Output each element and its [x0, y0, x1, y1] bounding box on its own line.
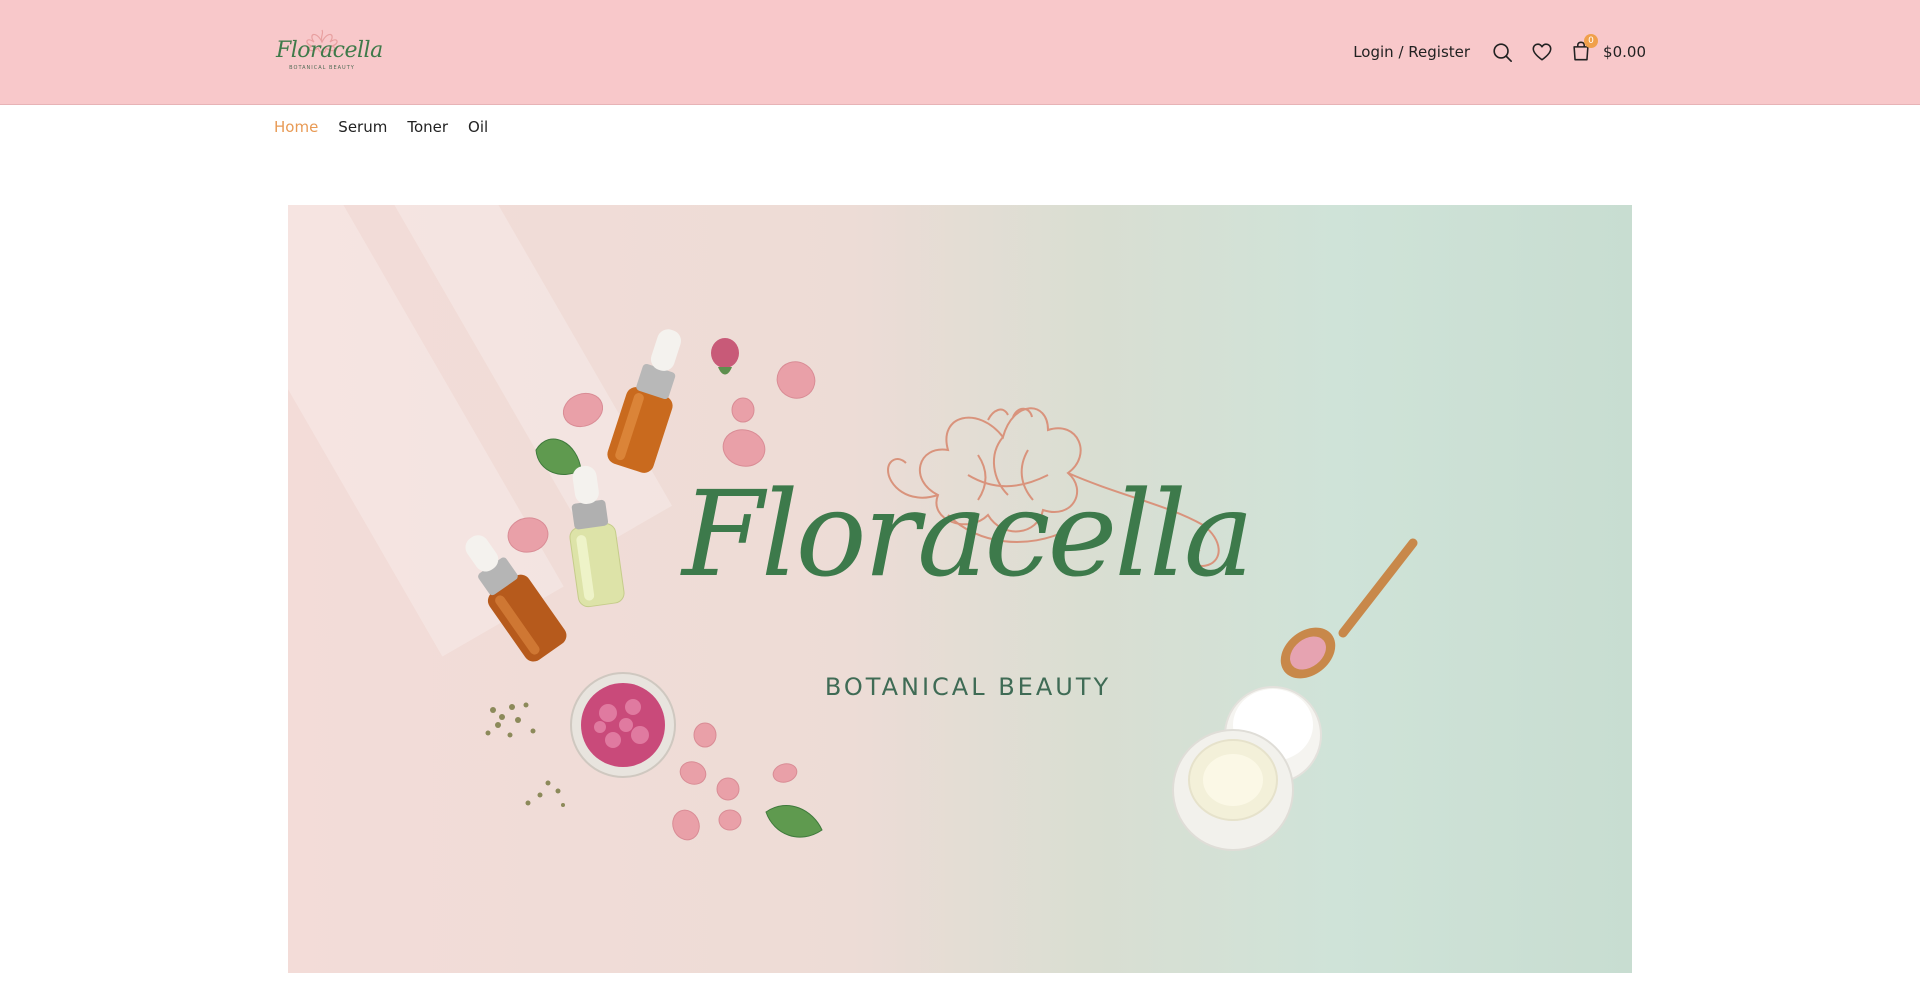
- nav-item-serum[interactable]: Serum: [338, 118, 387, 140]
- cart-button[interactable]: 0 $0.00: [1570, 34, 1646, 64]
- main-nav: Home Serum Toner Oil: [274, 118, 488, 140]
- header-actions: Login / Register 0 $0.00: [1353, 34, 1646, 68]
- hero-wordmark: Floracella: [682, 465, 1254, 603]
- logo-tagline: BOTANICAL BEAUTY: [289, 65, 355, 71]
- search-icon: [1493, 43, 1513, 62]
- nav-item-toner[interactable]: Toner: [407, 118, 448, 140]
- heart-icon: [1532, 43, 1552, 61]
- cart-total: $0.00: [1603, 43, 1646, 61]
- leaf-decor: [765, 805, 823, 838]
- cart-count-badge: 0: [1584, 34, 1599, 48]
- site-logo[interactable]: Floracella BOTANICAL BEAUTY: [276, 24, 383, 76]
- cream-jar: [1172, 686, 1322, 851]
- wooden-spoon: [1280, 538, 1418, 679]
- dried-herbs-decor: [485, 702, 565, 807]
- rosebud-decor: [711, 338, 739, 375]
- search-button[interactable]: [1490, 40, 1514, 64]
- login-register-link[interactable]: Login / Register: [1353, 43, 1470, 61]
- site-header: Floracella BOTANICAL BEAUTY Login / Regi…: [0, 0, 1920, 105]
- nav-item-home[interactable]: Home: [274, 118, 318, 140]
- shopping-bag-icon: 0: [1570, 34, 1599, 64]
- amber-dropper-bottle: [607, 329, 681, 473]
- hero-tagline: BOTANICAL BEAUTY: [824, 673, 1112, 701]
- hero-banner[interactable]: Floracella BOTANICAL BEAUTY: [288, 205, 1632, 973]
- petal-bowl: [570, 672, 676, 778]
- wishlist-button[interactable]: [1530, 40, 1554, 64]
- logo-wordmark: Floracella: [276, 38, 383, 63]
- nav-item-oil[interactable]: Oil: [468, 118, 488, 140]
